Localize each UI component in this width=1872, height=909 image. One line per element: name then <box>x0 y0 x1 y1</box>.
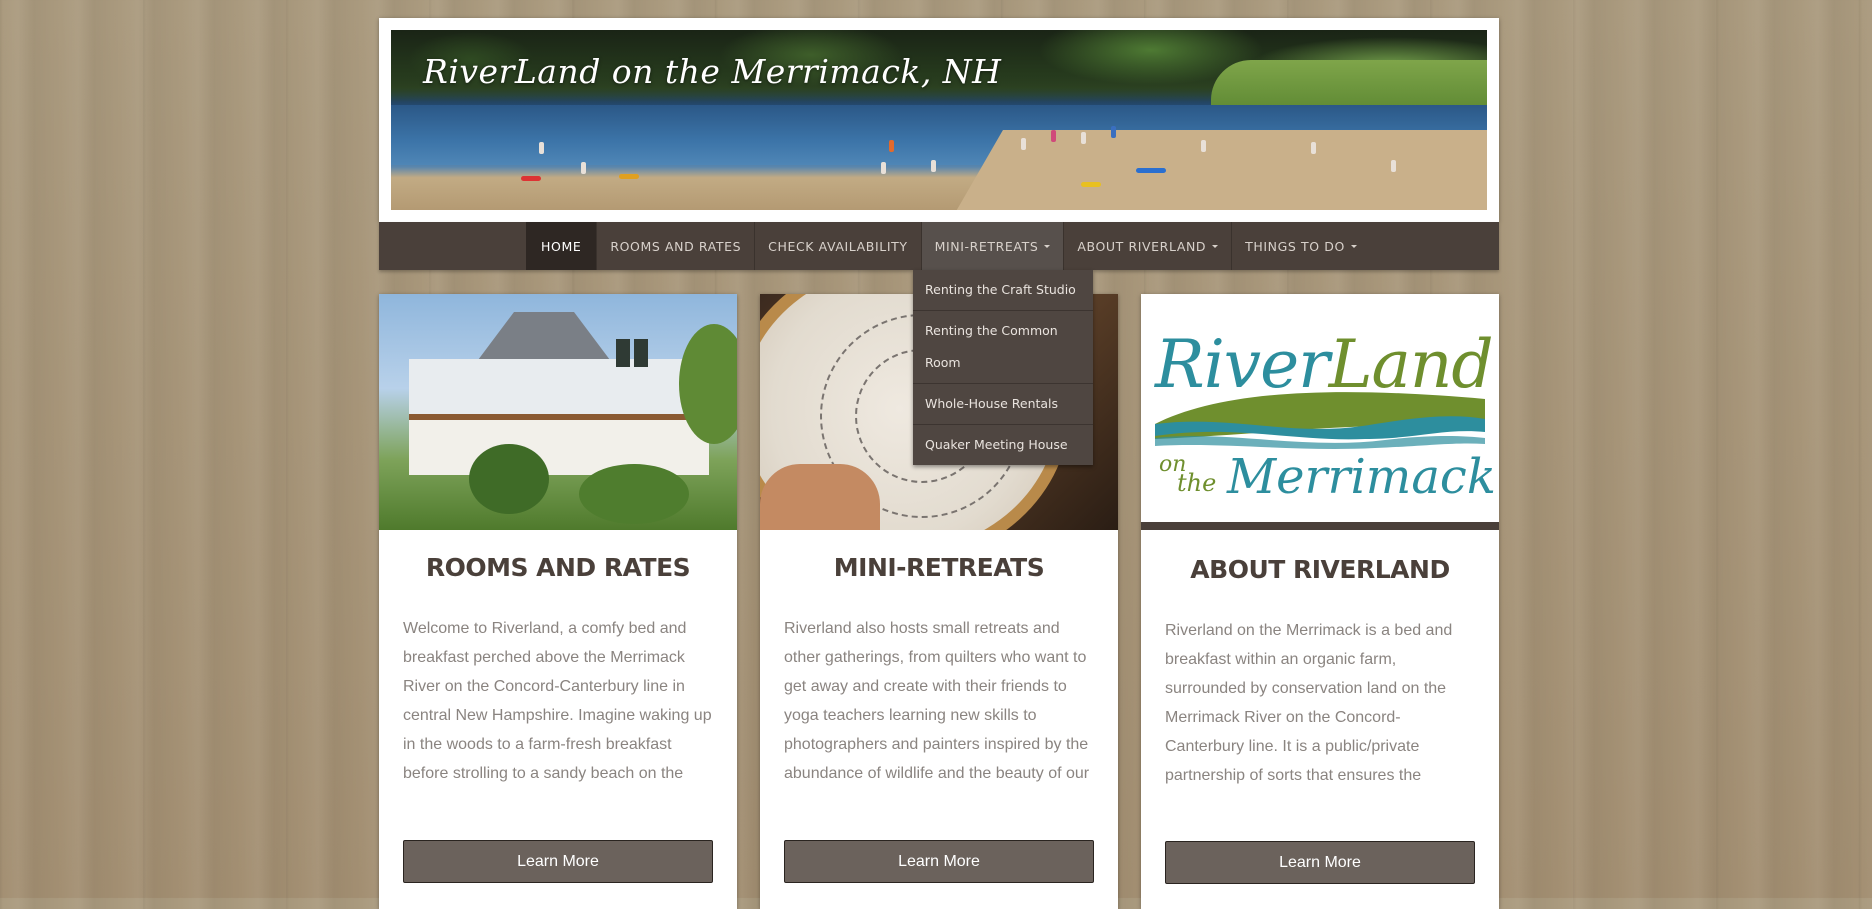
site-title[interactable]: RiverLand on the Merrimack, NH <box>423 52 1001 91</box>
kayak <box>1081 182 1101 187</box>
nav-item-label: ROOMS AND RATES <box>610 238 742 254</box>
nav-item-label: HOME <box>541 238 582 254</box>
nav-item-label: CHECK AVAILABILITY <box>768 238 908 254</box>
beachgoer <box>1111 126 1116 138</box>
header: RiverLand on the Merrimack, NH <box>379 18 1499 222</box>
photo-bush <box>579 464 689 524</box>
dropdown-item-label: Quaker Meeting House <box>925 437 1068 452</box>
header-banner-image[interactable]: RiverLand on the Merrimack, NH <box>391 30 1487 210</box>
dropdown-item-common-room[interactable]: Renting the Common Room <box>913 311 1093 384</box>
swimmer <box>539 142 544 154</box>
kayak <box>521 176 541 181</box>
card-heading: MINI-RETREATS <box>833 553 1045 582</box>
photo-hand <box>760 464 880 530</box>
card-heading: ABOUT RIVERLAND <box>1190 555 1450 584</box>
nav-item-rooms-and-rates[interactable]: ROOMS AND RATES <box>596 222 754 270</box>
beachgoer <box>1021 138 1026 150</box>
photo-bush <box>469 444 549 514</box>
swimmer <box>889 140 894 152</box>
swimmer <box>881 162 886 174</box>
beachgoer <box>1391 160 1396 172</box>
nav-item-mini-retreats[interactable]: MINI-RETREATS <box>920 222 1064 270</box>
dropdown-item-craft-studio[interactable]: Renting the Craft Studio <box>913 270 1093 311</box>
learn-more-button[interactable]: Learn More <box>403 840 713 883</box>
caret-down-icon <box>1212 244 1219 248</box>
dropdown-item-quaker-meeting-house[interactable]: Quaker Meeting House <box>913 425 1093 465</box>
nav-item-about-riverland[interactable]: ABOUT RIVERLAND <box>1063 222 1231 270</box>
beachgoer <box>1081 132 1086 144</box>
logo-hills-graphic <box>1155 392 1485 449</box>
photo-window <box>616 339 630 367</box>
swimmer <box>931 160 936 172</box>
nav-menu: HOME ROOMS AND RATES CHECK AVAILABILITY … <box>526 222 1370 270</box>
logo-the-text: the <box>1177 469 1217 497</box>
card-rooms-and-rates: ROOMS AND RATES Welcome to Riverland, a … <box>379 294 737 909</box>
nav-item-home[interactable]: HOME <box>526 222 597 270</box>
beachgoer <box>1051 130 1056 142</box>
house-photo[interactable] <box>379 294 737 530</box>
kayak <box>1136 168 1166 173</box>
logo-merrimack-text: Merrimack <box>1227 449 1496 505</box>
dropdown-item-whole-house[interactable]: Whole-House Rentals <box>913 384 1093 425</box>
photo-porch <box>409 414 709 475</box>
beachgoer <box>1201 140 1206 152</box>
banner-grass <box>1211 60 1487 110</box>
riverland-logo[interactable]: RiverLand on the Merrimack <box>1141 294 1499 530</box>
caret-down-icon <box>1350 244 1357 248</box>
nav-item-label: ABOUT RIVERLAND <box>1077 238 1207 254</box>
card-excerpt: Welcome to Riverland, a comfy bed and br… <box>403 620 712 782</box>
dropdown-item-label: Renting the Craft Studio <box>925 282 1076 297</box>
learn-more-button[interactable]: Learn More <box>1165 841 1475 884</box>
mini-retreats-dropdown: Renting the Craft Studio Renting the Com… <box>913 270 1093 465</box>
nav-item-check-availability[interactable]: CHECK AVAILABILITY <box>754 222 920 270</box>
card-heading: ROOMS AND RATES <box>425 553 691 582</box>
card-excerpt: Riverland on the Merrimack is a bed and … <box>1165 622 1453 784</box>
nav-item-label: THINGS TO DO <box>1245 238 1345 254</box>
card-about-riverland: RiverLand on the Merrimack ABOUT RIVERLA… <box>1141 294 1499 909</box>
caret-down-icon <box>1044 244 1051 248</box>
dropdown-item-label: Renting the Common Room <box>925 323 1058 370</box>
main-navbar: HOME ROOMS AND RATES CHECK AVAILABILITY … <box>379 222 1499 270</box>
swimmer <box>581 162 586 174</box>
learn-more-button[interactable]: Learn More <box>784 840 1094 883</box>
nav-item-label: MINI-RETREATS <box>934 238 1039 254</box>
nav-item-things-to-do[interactable]: THINGS TO DO <box>1231 222 1370 270</box>
beachgoer <box>1311 142 1316 154</box>
card-excerpt: Riverland also hosts small retreats and … <box>784 620 1090 782</box>
banner-beach <box>951 130 1487 210</box>
dropdown-item-label: Whole-House Rentals <box>925 396 1059 411</box>
photo-window <box>634 339 648 367</box>
kayak <box>619 174 639 179</box>
